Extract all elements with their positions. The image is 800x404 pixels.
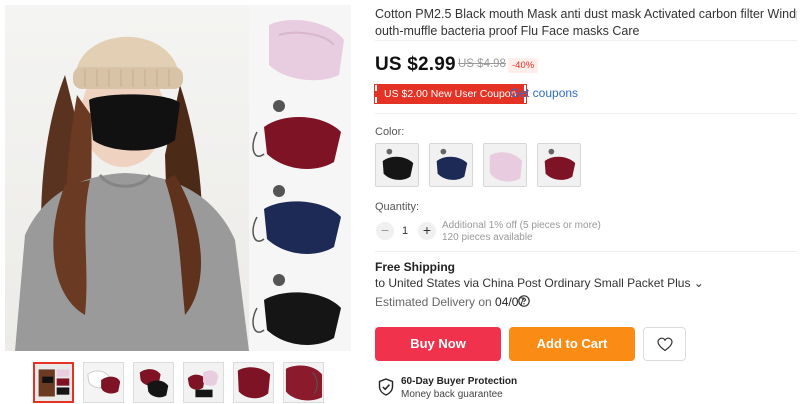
quantity-decrease-button[interactable]: − (376, 222, 394, 240)
add-to-cart-button[interactable]: Add to Cart (509, 327, 635, 361)
color-option-wine[interactable] (537, 143, 581, 187)
bulk-discount-text: Additional 1% off (5 pieces or more) (442, 220, 601, 231)
quantity-value[interactable]: 1 (400, 225, 410, 237)
divider (375, 113, 797, 114)
thumbnail-1[interactable] (33, 362, 74, 403)
thumbnail-4[interactable] (183, 362, 224, 403)
wishlist-button[interactable] (643, 327, 686, 361)
color-option-navy[interactable] (429, 143, 473, 187)
side-image-strip (249, 5, 351, 351)
quantity-label: Quantity: (375, 201, 420, 213)
product-title-line-2: outh-muffle bacteria proof Flu Face mask… (375, 24, 640, 38)
shipping-method-selector[interactable]: to United States via China Post Ordinary… (375, 276, 704, 290)
thumbnail-3[interactable] (133, 362, 174, 403)
heart-icon (657, 337, 673, 352)
current-price: US $2.99 (375, 54, 456, 75)
shipping-title: Free Shipping (375, 260, 456, 274)
divider (375, 40, 797, 41)
buy-now-button[interactable]: Buy Now (375, 327, 501, 361)
original-price: US $4.98 (458, 58, 506, 70)
color-label: Color: (375, 126, 405, 138)
buyer-protection-subtitle: Money back guarantee (401, 389, 503, 400)
thumbnail-5[interactable] (233, 362, 274, 403)
side-image-black-mask[interactable] (249, 266, 351, 351)
get-coupons-link[interactable]: Get coupons (510, 86, 578, 100)
new-user-coupon-badge[interactable]: US $2.00 New User Coupon (374, 84, 527, 104)
estimated-delivery: Estimated Delivery on 04/07 (375, 295, 525, 309)
color-option-black[interactable] (375, 143, 419, 187)
quantity-increase-button[interactable]: + (418, 222, 436, 240)
divider (375, 251, 797, 252)
side-image-navy-mask[interactable] (249, 179, 351, 266)
thumbnail-2[interactable] (83, 362, 124, 403)
stock-available-text: 120 pieces available (442, 232, 533, 243)
side-image-wine-mask[interactable] (249, 92, 351, 179)
help-icon[interactable] (518, 295, 530, 307)
product-title: Cotton PM2.5 Black mouth Mask anti dust … (375, 6, 797, 40)
quantity-note: Additional 1% off (5 pieces or more) 120… (442, 220, 601, 244)
buyer-protection-title: 60-Day Buyer Protection (401, 376, 518, 387)
color-option-pink[interactable] (483, 143, 527, 187)
product-title-line-1: Cotton PM2.5 Black mouth Mask anti dust … (375, 7, 797, 21)
discount-badge: -40% (508, 58, 539, 73)
delivery-label: Estimated Delivery on (375, 295, 496, 309)
shield-check-icon (378, 378, 394, 396)
thumbnail-6[interactable] (283, 362, 324, 403)
side-image-pink-mask[interactable] (249, 5, 351, 92)
main-product-image[interactable] (5, 5, 249, 351)
